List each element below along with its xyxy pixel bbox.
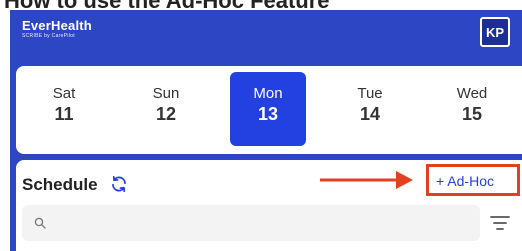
day-of-week: Sun [152, 85, 180, 102]
refresh-icon[interactable] [110, 175, 128, 193]
day-of-week: Mon [253, 85, 283, 102]
day-tue[interactable]: Tue 14 [332, 72, 408, 146]
annotation-arrow [320, 171, 413, 189]
add-adhoc-button[interactable]: + Ad-Hoc [436, 173, 494, 189]
filter-icon[interactable] [489, 213, 511, 233]
logo-name: EverHealth [22, 18, 92, 33]
logo: EverHealth SCRIBE by CarePilot [22, 19, 92, 40]
day-number: 13 [257, 104, 279, 124]
date-strip: Sat 11 Sun 12 Mon 13 Tue 14 Wed 15 [16, 66, 522, 154]
logo-subtitle: SCRIBE by CarePilot [22, 33, 75, 39]
day-wed[interactable]: Wed 15 [434, 72, 510, 146]
day-number: 14 [359, 104, 381, 124]
search-input[interactable] [52, 205, 476, 243]
day-of-week: Sat [52, 85, 76, 102]
day-of-week: Tue [357, 85, 383, 102]
day-number: 12 [155, 104, 177, 124]
day-sat[interactable]: Sat 11 [26, 72, 102, 146]
search-box[interactable] [22, 205, 480, 243]
schedule-title: Schedule [22, 175, 98, 194]
avatar[interactable]: KP [480, 17, 510, 47]
day-number: 11 [54, 104, 74, 124]
day-of-week: Wed [456, 85, 488, 102]
day-number: 15 [461, 104, 483, 124]
day-mon[interactable]: Mon 13 [230, 72, 306, 146]
day-sun[interactable]: Sun 12 [128, 72, 204, 146]
search-icon [34, 217, 46, 229]
